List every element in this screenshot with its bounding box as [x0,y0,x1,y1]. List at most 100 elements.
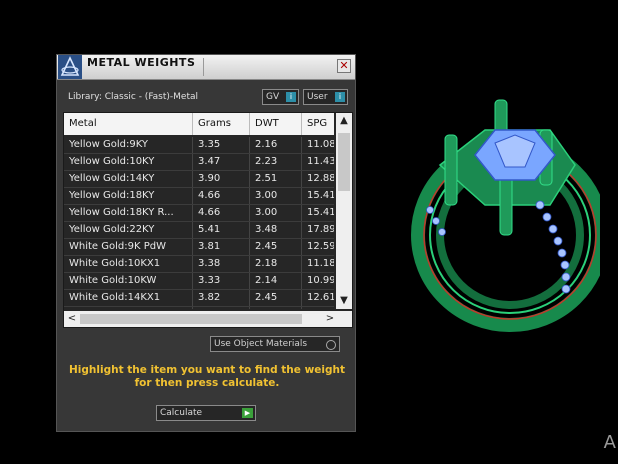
table-row[interactable]: White Gold:10KW 3.33 2.14 10.99 [64,273,334,290]
title-divider [203,58,204,76]
grams-cell: 3.82 [198,292,221,303]
dwt-cell: 2.45 [255,292,278,303]
column-divider [301,188,302,204]
column-divider [192,239,193,255]
table-row[interactable]: Yellow Gold:10KY 3.47 2.23 11.43 [64,154,334,171]
grams-cell: 3.81 [198,241,221,252]
dwt-cell: 2.45 [255,241,278,252]
gv-toggle[interactable]: GV i [262,89,299,105]
column-divider [301,137,302,153]
metal-weights-panel: METAL WEIGHTS ✕ Library: Classic - (Fast… [56,54,356,432]
table-row[interactable]: Yellow Gold:18KY R... 4.66 3.00 15.41 [64,205,334,222]
viewport-corner-label: A [603,432,616,453]
app-logo-icon [58,55,82,79]
metal-cell: Yellow Gold:9KY [69,139,148,150]
scroll-down-icon[interactable]: ▼ [336,293,352,309]
scroll-up-icon[interactable]: ▲ [336,113,352,129]
metal-cell: White Gold:10KX1 [69,258,161,269]
table-row[interactable]: White Gold:10KX1 3.38 2.18 11.18 [64,256,334,273]
column-header-dwt[interactable]: DWT [255,118,279,129]
column-divider [192,290,193,306]
column-divider [301,222,302,238]
panel-titlebar[interactable]: METAL WEIGHTS ✕ [57,55,355,80]
close-button[interactable]: ✕ [337,59,351,73]
grams-cell: 3.35 [198,139,221,150]
use-object-materials-label: Use Object Materials [214,339,308,349]
horizontal-scrollbar[interactable]: < > [64,311,352,327]
column-divider [192,222,193,238]
column-divider [192,137,193,153]
column-divider [192,154,193,170]
metal-table: Metal Grams DWT SPG Yellow Gold:9KY 3.35 2… [63,112,353,328]
spg-cell: 11.18 [307,258,334,269]
dwt-cell: 3.48 [255,224,278,235]
use-object-materials-checkbox[interactable]: Use Object Materials [210,336,340,352]
column-divider [249,171,250,187]
grams-cell: 4.66 [198,207,221,218]
dwt-cell: 2.51 [255,173,278,184]
column-header-spg[interactable]: SPG [307,118,327,129]
gv-toggle-label: GV [266,92,280,102]
spg-cell: 12.88 [307,173,334,184]
table-row[interactable]: White Gold:14KX1 3.82 2.45 12.61 [64,290,334,307]
column-divider [249,256,250,272]
column-divider [192,307,193,309]
spg-cell: 11.43 [307,156,334,167]
column-divider [301,205,302,221]
play-icon[interactable]: ▶ [242,408,253,418]
ring-model-icon [411,99,600,332]
scroll-thumb[interactable] [80,314,302,324]
dwt-cell: 3.00 [255,207,278,218]
scroll-right-icon[interactable]: > [322,311,338,327]
metal-cell: Yellow Gold:22KY [69,224,155,235]
column-divider [192,273,193,289]
dwt-cell: 3.00 [255,190,278,201]
metal-cell: Yellow Gold:10KY [69,156,155,167]
column-divider [301,307,302,309]
column-divider [249,188,250,204]
table-body: Yellow Gold:9KY 3.35 2.16 11.08 Yellow Gold:… [64,137,334,309]
dwt-cell: 2.14 [255,275,278,286]
column-divider [249,205,250,221]
column-divider [249,290,250,306]
vertical-scrollbar[interactable]: ▲ ▼ [336,113,352,309]
column-divider [192,256,193,272]
metal-cell: White Gold:14KX1 [69,292,161,303]
spg-cell: 12.59 [307,241,334,252]
spg-cell: 17.89 [307,224,334,235]
metal-cell: Yellow Gold:18KY [69,190,155,201]
table-header: Metal Grams DWT SPG [64,113,334,135]
column-header-metal[interactable]: Metal [69,118,97,129]
user-toggle-label: User [307,92,328,102]
column-divider [249,137,250,153]
table-row[interactable]: White Gold:14K PdW4.352.8014.37 [64,307,334,309]
panel-title: METAL WEIGHTS [87,56,196,69]
grams-cell: 5.41 [198,224,221,235]
column-divider [249,222,250,238]
column-divider [301,256,302,272]
spg-cell: 11.08 [307,139,334,150]
info-icon[interactable]: i [335,92,345,102]
metal-cell: Yellow Gold:18KY R... [69,207,174,218]
dwt-cell: 2.23 [255,156,278,167]
calculate-button[interactable]: Calculate ▶ [156,405,256,421]
info-icon[interactable]: i [286,92,296,102]
column-divider [301,239,302,255]
spg-cell: 10.99 [307,275,334,286]
table-row[interactable]: Yellow Gold:22KY 5.41 3.48 17.89 [64,222,334,239]
table-row[interactable]: White Gold:9K PdW 3.81 2.45 12.59 [64,239,334,256]
column-divider [301,273,302,289]
table-row[interactable]: Yellow Gold:9KY 3.35 2.16 11.08 [64,137,334,154]
table-row[interactable]: Yellow Gold:14KY 3.90 2.51 12.88 [64,171,334,188]
scroll-thumb[interactable] [338,133,350,191]
column-divider [192,171,193,187]
column-divider [249,239,250,255]
calculate-label: Calculate [160,408,203,418]
table-row[interactable]: Yellow Gold:18KY 4.66 3.00 15.41 [64,188,334,205]
column-divider [301,171,302,187]
user-toggle[interactable]: User i [303,89,348,105]
radio-icon[interactable] [326,340,336,350]
column-header-grams[interactable]: Grams [198,118,231,129]
column-divider [249,307,250,309]
scroll-left-icon[interactable]: < [64,311,80,327]
